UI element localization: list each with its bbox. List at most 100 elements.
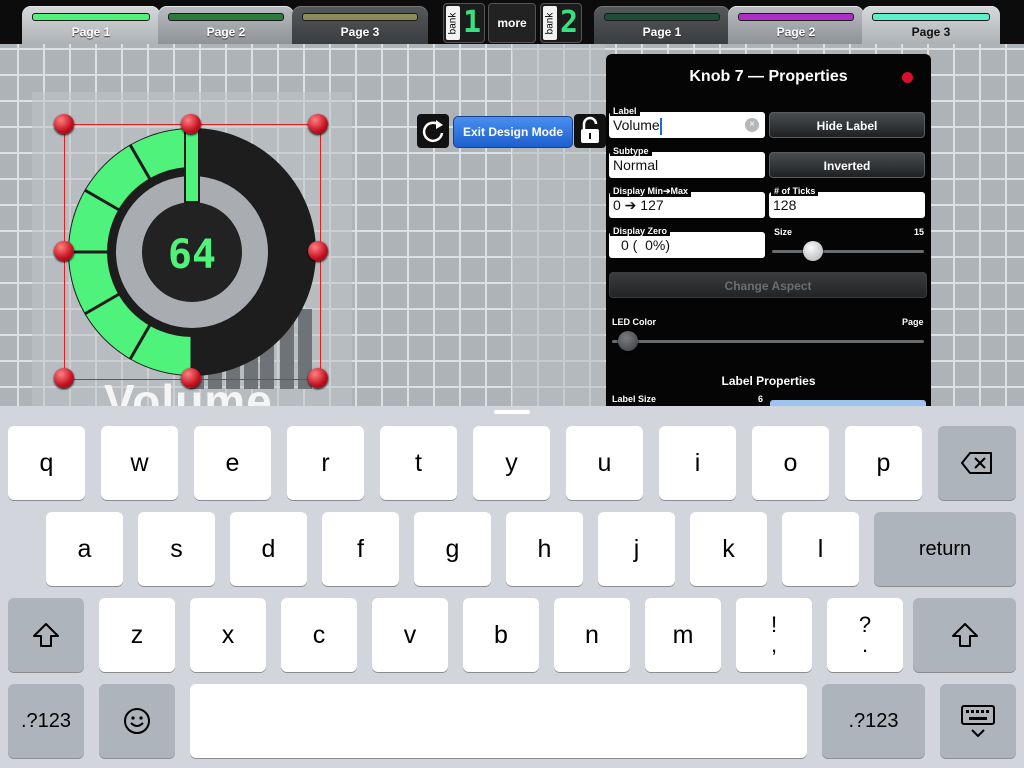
keyboard-handle[interactable] (494, 410, 530, 414)
tab-left-page-1[interactable]: Page 1 (22, 6, 160, 44)
tab-right-page-3[interactable]: Page 3 (862, 6, 1000, 44)
punct-stack: !, (771, 614, 777, 656)
tab-label: Page 2 (776, 25, 816, 39)
key-o[interactable]: o (752, 426, 829, 500)
hide-label-button[interactable]: Hide Label (769, 112, 925, 138)
refresh-icon (422, 120, 444, 142)
emoji-key[interactable] (99, 684, 175, 758)
resize-handle-bottom-right[interactable] (308, 368, 328, 388)
key-h[interactable]: h (506, 512, 583, 586)
key-t[interactable]: t (380, 426, 457, 500)
tab-right-page-2[interactable]: Page 2 (728, 6, 864, 44)
key-r[interactable]: r (287, 426, 364, 500)
shift-key-right[interactable] (913, 598, 1016, 672)
shift-icon (33, 623, 59, 647)
bank-label: bank (447, 12, 459, 35)
top-bar: Page 1 Page 2 Page 3 bank 1 more bank 2 … (0, 0, 1024, 44)
shift-icon (951, 623, 978, 647)
tab-label: Page 1 (642, 25, 682, 39)
key-q[interactable]: q (8, 426, 85, 500)
key-k[interactable]: k (690, 512, 767, 586)
numbers-key-right[interactable]: .?123 (822, 684, 925, 758)
inverted-button[interactable]: Inverted (769, 152, 925, 178)
key-n[interactable]: n (554, 598, 630, 672)
page-color-bar (168, 13, 284, 21)
bank-number: 2 (559, 5, 579, 40)
tab-label: Page 3 (340, 25, 380, 39)
key-b[interactable]: b (463, 598, 539, 672)
page-color-bar (738, 13, 854, 21)
key-e[interactable]: e (194, 426, 271, 500)
resize-handle-top-left[interactable] (54, 114, 74, 134)
key-g[interactable]: g (414, 512, 491, 586)
bank-label: bank (544, 12, 556, 35)
key-v[interactable]: v (372, 598, 448, 672)
label-size-caption: Label Size (612, 394, 657, 404)
size-slider-track[interactable] (772, 250, 924, 253)
key-c[interactable]: c (281, 598, 357, 672)
resize-handle-right[interactable] (308, 241, 328, 261)
page-color-bar (302, 13, 418, 21)
punct-stack: ?. (859, 614, 871, 656)
change-aspect-button[interactable]: Change Aspect (609, 272, 927, 298)
tab-right-page-1[interactable]: Page 1 (594, 6, 730, 44)
tab-left-page-3[interactable]: Page 3 (292, 6, 428, 44)
keyboard-dismiss-icon (961, 705, 995, 738)
delete-key[interactable] (938, 426, 1016, 500)
key-l[interactable]: l (782, 512, 859, 586)
return-key[interactable]: return (874, 512, 1016, 586)
key-y[interactable]: y (473, 426, 550, 500)
text-cursor (659, 117, 662, 135)
key-a[interactable]: a (46, 512, 123, 586)
key-u[interactable]: u (566, 426, 643, 500)
label-field-caption: Label (610, 106, 640, 116)
led-color-right-label: Page (902, 317, 924, 327)
backspace-icon (961, 452, 992, 474)
key-exclaim-comma[interactable]: !, (736, 598, 812, 672)
size-slider-thumb[interactable] (803, 241, 824, 261)
lock-open-icon (581, 116, 599, 143)
dismiss-keyboard-key[interactable] (940, 684, 1016, 758)
clear-text-icon[interactable]: × (745, 118, 759, 132)
subtype-caption: Subtype (610, 146, 652, 156)
key-question-period[interactable]: ?. (827, 598, 903, 672)
lock-button[interactable] (574, 114, 606, 148)
more-button[interactable]: more (488, 3, 536, 43)
space-bar[interactable] (190, 684, 807, 758)
key-x[interactable]: x (190, 598, 266, 672)
shift-key-left[interactable] (8, 598, 84, 672)
key-d[interactable]: d (230, 512, 307, 586)
resize-handle-left[interactable] (54, 241, 74, 261)
refresh-button[interactable] (417, 114, 449, 148)
properties-panel: Knob 7 — Properties Label Volume × Hide … (606, 54, 931, 406)
key-w[interactable]: w (101, 426, 178, 500)
key-p[interactable]: p (845, 426, 922, 500)
selection-box (64, 124, 321, 380)
page-color-bar (32, 13, 150, 21)
bank-2-button[interactable]: bank 2 (540, 3, 582, 43)
tab-left-page-2[interactable]: Page 2 (158, 6, 294, 44)
key-j[interactable]: j (598, 512, 675, 586)
key-z[interactable]: z (99, 598, 175, 672)
resize-handle-top-right[interactable] (308, 114, 328, 134)
background-strip (512, 44, 605, 406)
exit-design-mode-button[interactable]: Exit Design Mode (453, 116, 573, 148)
key-m[interactable]: m (645, 598, 721, 672)
display-zero-caption: Display Zero (610, 226, 671, 236)
led-color-slider-thumb[interactable] (617, 331, 638, 351)
numbers-key-left[interactable]: .?123 (8, 684, 84, 758)
led-color-slider-track[interactable] (612, 340, 924, 343)
resize-handle-bottom[interactable] (181, 368, 201, 388)
close-icon[interactable] (902, 72, 913, 83)
key-f[interactable]: f (322, 512, 399, 586)
resize-handle-bottom-left[interactable] (54, 368, 74, 388)
size-value: 15 (914, 227, 925, 237)
key-i[interactable]: i (659, 426, 736, 500)
page-color-bar (604, 13, 720, 21)
label-properties-heading: Label Properties (721, 374, 816, 388)
onscreen-keyboard: q w e r t y u i o p a s d f g h j k l re… (0, 406, 1024, 768)
emoji-icon (124, 708, 150, 734)
resize-handle-top[interactable] (181, 114, 201, 134)
key-s[interactable]: s (138, 512, 215, 586)
bank-1-button[interactable]: bank 1 (443, 3, 485, 43)
